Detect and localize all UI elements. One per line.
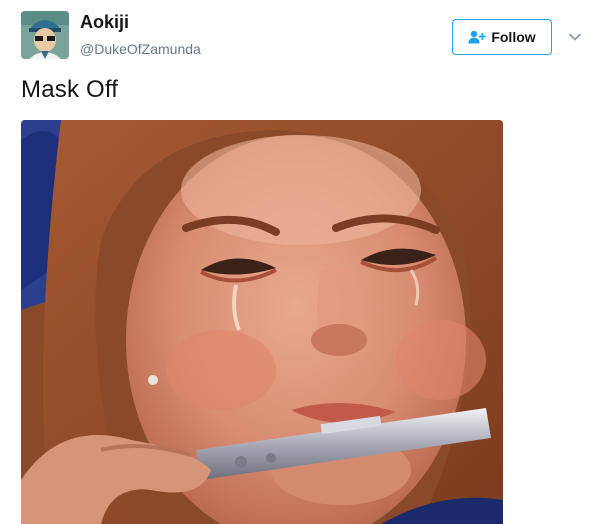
follow-label: Follow — [491, 29, 536, 45]
tweet-card: Aokiji @DukeOfZamunda Follow Mask Off — [0, 0, 615, 524]
avatar[interactable] — [21, 11, 69, 59]
user-handle[interactable]: @DukeOfZamunda — [80, 41, 201, 57]
tweet-photo[interactable] — [21, 120, 503, 524]
follow-button[interactable]: Follow — [452, 19, 552, 55]
display-name[interactable]: Aokiji — [80, 12, 129, 33]
tweet-text: Mask Off — [21, 76, 119, 103]
photo-icon — [21, 120, 503, 524]
avatar-image-icon — [21, 11, 69, 59]
add-user-icon — [468, 30, 487, 44]
chevron-down-icon[interactable] — [566, 28, 584, 46]
